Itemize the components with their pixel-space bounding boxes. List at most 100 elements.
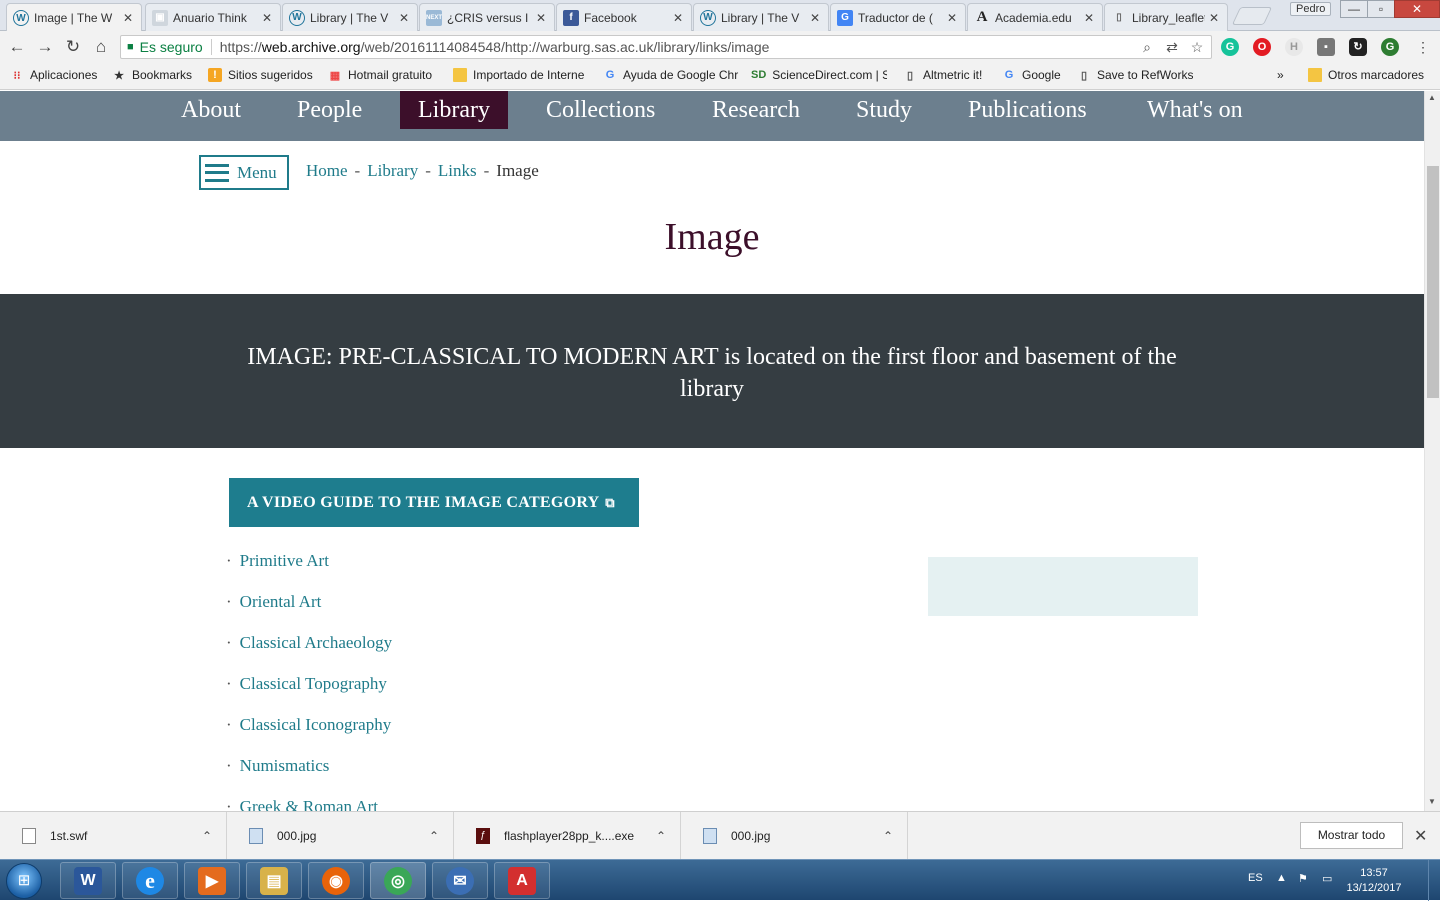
taskbar-file-explorer[interactable]: ▤ bbox=[246, 862, 302, 899]
start-button[interactable]: ⊞ bbox=[6, 863, 42, 899]
taskbar-chrome[interactable]: ◎ bbox=[370, 862, 426, 899]
breadcrumb-home[interactable]: Home bbox=[306, 161, 348, 180]
minimize-button[interactable]: — bbox=[1340, 0, 1368, 18]
network-icon[interactable]: ▭ bbox=[1322, 872, 1332, 885]
tab-anuario[interactable]: ▣ Anuario Think ✕ bbox=[145, 3, 281, 31]
nav-research[interactable]: Research bbox=[694, 91, 818, 129]
new-tab-button[interactable] bbox=[1231, 7, 1273, 25]
scroll-up-icon[interactable]: ▲ bbox=[1428, 93, 1436, 102]
action-center-icon[interactable]: ⚑ bbox=[1298, 872, 1308, 885]
tab-traductor[interactable]: G Traductor de ( ✕ bbox=[830, 3, 966, 31]
tab-image[interactable]: W Image | The W ✕ bbox=[6, 3, 142, 32]
grammarly-icon[interactable]: G bbox=[1221, 38, 1239, 56]
extension-icon[interactable]: ▪ bbox=[1317, 38, 1335, 56]
tray-expand-icon[interactable]: ▲ bbox=[1276, 872, 1287, 884]
bookmark-sciencedirect[interactable]: SD ScienceDirect.com | S bbox=[751, 68, 887, 82]
chevron-up-icon[interactable]: ⌃ bbox=[429, 829, 453, 843]
tab-library-leaflet[interactable]: ▯ Library_leaflet ✕ bbox=[1104, 3, 1228, 31]
bookmark-aplicaciones[interactable]: ⁝⁝ Aplicaciones bbox=[10, 68, 98, 82]
forward-button[interactable]: → bbox=[35, 37, 55, 57]
bookmarks-overflow-button[interactable]: » bbox=[1277, 68, 1284, 82]
refresh-extension-icon[interactable]: ↻ bbox=[1349, 38, 1367, 56]
nav-people[interactable]: People bbox=[279, 91, 380, 129]
close-downloads-icon[interactable]: ✕ bbox=[1414, 826, 1427, 846]
download-item[interactable]: 1st.swf ⌃ bbox=[0, 812, 227, 860]
list-item[interactable]: · Classical Topography bbox=[226, 674, 392, 715]
list-item[interactable]: · Classical Archaeology bbox=[226, 633, 392, 674]
search-icon[interactable]: ⌕ bbox=[1139, 39, 1155, 55]
system-clock[interactable]: 13:57 13/12/2017 bbox=[1346, 866, 1402, 896]
bookmark-bookmarks[interactable]: ★ Bookmarks bbox=[112, 68, 192, 82]
category-link-greek-roman-art[interactable]: Greek & Roman Art bbox=[240, 797, 378, 811]
nav-collections[interactable]: Collections bbox=[528, 91, 673, 129]
bookmark-altmetric[interactable]: ▯ Altmetric it! bbox=[903, 68, 982, 82]
taskbar-internet-explorer[interactable]: e bbox=[122, 862, 178, 899]
profile-button[interactable]: Pedro bbox=[1290, 2, 1332, 16]
maximize-button[interactable]: ▫ bbox=[1367, 0, 1395, 18]
bookmark-sitios-sugeridos[interactable]: ! Sitios sugeridos bbox=[208, 68, 313, 82]
taskbar-thunderbird[interactable]: ✉ bbox=[432, 862, 488, 899]
category-link-oriental-art[interactable]: Oriental Art bbox=[240, 592, 322, 611]
nav-publications[interactable]: Publications bbox=[950, 91, 1105, 129]
taskbar-acrobat[interactable]: A bbox=[494, 862, 550, 899]
category-link-classical-archaeology[interactable]: Classical Archaeology bbox=[240, 633, 393, 652]
opera-icon[interactable]: O bbox=[1253, 38, 1271, 56]
bookmark-ayuda-google[interactable]: G Ayuda de Google Chr bbox=[603, 68, 739, 82]
download-item[interactable]: 000.jpg ⌃ bbox=[681, 812, 908, 860]
nav-whats-on[interactable]: What's on bbox=[1129, 91, 1261, 129]
list-item[interactable]: · Oriental Art bbox=[226, 592, 392, 633]
chevron-up-icon[interactable]: ⌃ bbox=[656, 829, 680, 843]
bookmark-hotmail[interactable]: ▦ Hotmail gratuito bbox=[328, 68, 432, 82]
taskbar-word[interactable]: W bbox=[60, 862, 116, 899]
breadcrumb-library[interactable]: Library bbox=[367, 161, 418, 180]
chevron-up-icon[interactable]: ⌃ bbox=[883, 829, 907, 843]
list-item[interactable]: · Primitive Art bbox=[226, 551, 392, 592]
close-icon[interactable]: ✕ bbox=[1084, 11, 1096, 25]
bookmark-google[interactable]: G Google bbox=[1002, 68, 1061, 82]
bookmark-importado[interactable]: Importado de Interne bbox=[453, 68, 589, 82]
menu-dots-icon[interactable]: ⋮ bbox=[1413, 37, 1433, 57]
url-text[interactable]: https://web.archive.org/web/201611140845… bbox=[220, 39, 770, 55]
tab-cris[interactable]: NEXT ¿CRIS versus I ✕ bbox=[419, 3, 555, 31]
list-item[interactable]: · Classical Iconography bbox=[226, 715, 392, 756]
translate-icon[interactable]: ⇄ bbox=[1164, 39, 1180, 55]
category-link-numismatics[interactable]: Numismatics bbox=[240, 756, 330, 775]
back-button[interactable]: ← bbox=[7, 37, 27, 57]
tab-library-2[interactable]: W Library | The V ✕ bbox=[693, 3, 829, 31]
close-icon[interactable]: ✕ bbox=[673, 11, 685, 25]
close-icon[interactable]: ✕ bbox=[262, 11, 274, 25]
tab-facebook[interactable]: f Facebook ✕ bbox=[556, 3, 692, 31]
close-icon[interactable]: ✕ bbox=[810, 11, 822, 25]
address-bar[interactable]: ■ Es seguro https://web.archive.org/web/… bbox=[120, 35, 1212, 59]
category-link-classical-topography[interactable]: Classical Topography bbox=[240, 674, 387, 693]
window-close-button[interactable]: ✕ bbox=[1394, 0, 1440, 18]
list-item[interactable]: · Greek & Roman Art bbox=[226, 797, 392, 811]
close-icon[interactable]: ✕ bbox=[399, 11, 411, 25]
show-desktop-button[interactable] bbox=[1428, 860, 1440, 901]
close-icon[interactable]: ✕ bbox=[536, 11, 548, 25]
show-all-downloads-button[interactable]: Mostrar todo bbox=[1300, 822, 1403, 849]
close-icon[interactable]: ✕ bbox=[1209, 11, 1221, 25]
other-bookmarks[interactable]: Otros marcadores bbox=[1308, 68, 1424, 82]
category-link-primitive-art[interactable]: Primitive Art bbox=[240, 551, 329, 570]
h-extension-icon[interactable]: H bbox=[1285, 38, 1303, 56]
language-indicator[interactable]: ES bbox=[1248, 872, 1263, 884]
nav-library[interactable]: Library bbox=[400, 91, 508, 129]
bookmark-refworks[interactable]: ▯ Save to RefWorks bbox=[1077, 68, 1194, 82]
close-icon[interactable]: ✕ bbox=[123, 11, 135, 25]
taskbar-firefox[interactable]: ◉ bbox=[308, 862, 364, 899]
home-button[interactable]: ⌂ bbox=[91, 37, 111, 57]
taskbar-media-player[interactable]: ▶ bbox=[184, 862, 240, 899]
bookmark-star-icon[interactable]: ☆ bbox=[1189, 39, 1205, 55]
menu-button[interactable]: Menu bbox=[199, 155, 289, 190]
chevron-up-icon[interactable]: ⌃ bbox=[202, 829, 226, 843]
tab-academia[interactable]: A Academia.edu ✕ bbox=[967, 3, 1103, 31]
scroll-down-icon[interactable]: ▼ bbox=[1428, 797, 1436, 806]
page-scrollbar[interactable]: ▲ ▼ bbox=[1424, 91, 1440, 811]
category-link-classical-iconography[interactable]: Classical Iconography bbox=[240, 715, 392, 734]
g-extension-icon[interactable]: G bbox=[1381, 38, 1399, 56]
tab-library[interactable]: W Library | The V ✕ bbox=[282, 3, 418, 31]
scroll-thumb[interactable] bbox=[1427, 166, 1439, 398]
video-guide-button[interactable]: A VIDEO GUIDE TO THE IMAGE CATEGORY ⧉ bbox=[229, 478, 639, 527]
download-item[interactable]: ƒ flashplayer28pp_k....exe ⌃ bbox=[454, 812, 681, 860]
